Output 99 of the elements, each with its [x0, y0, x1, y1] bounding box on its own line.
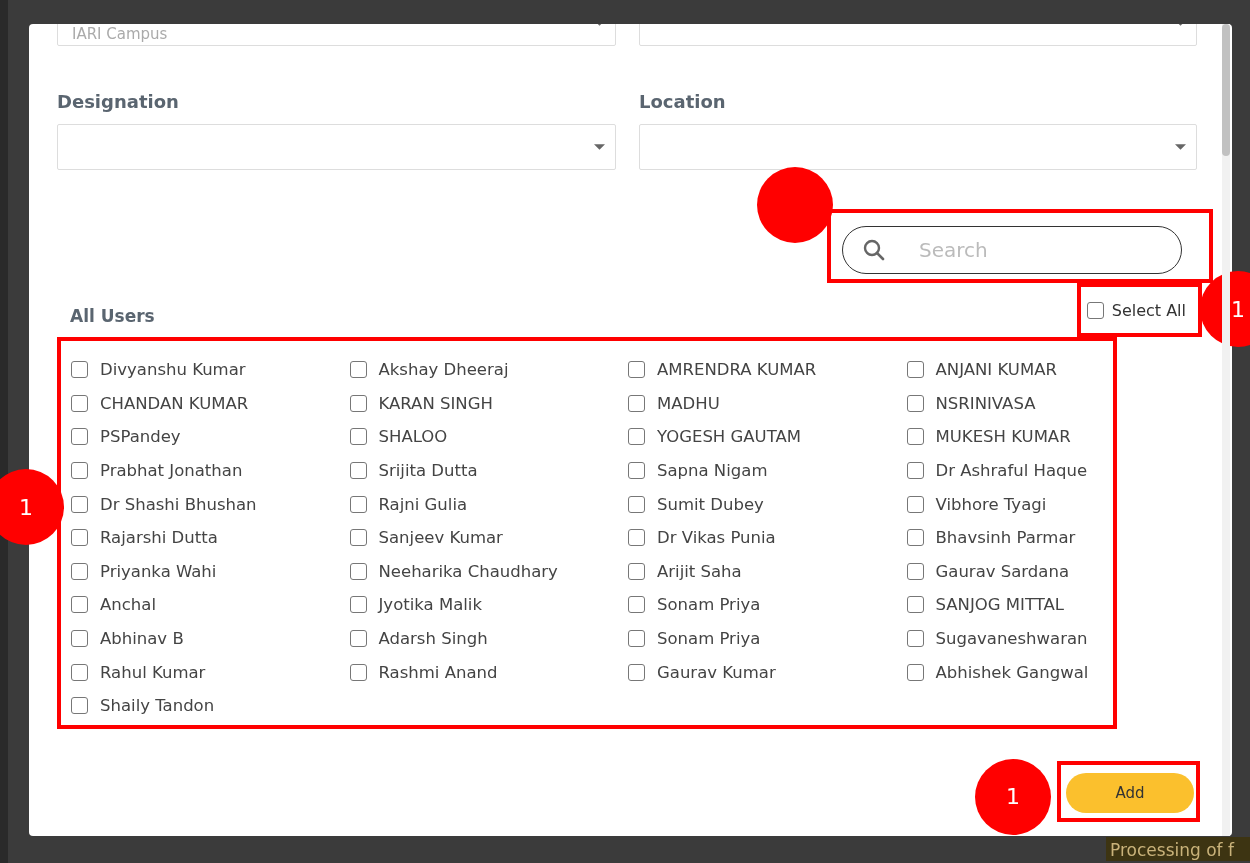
checkbox[interactable] — [628, 663, 645, 681]
checkbox[interactable] — [349, 596, 367, 614]
user-name[interactable]: CHANDAN KUMAR — [100, 393, 249, 413]
checkbox[interactable] — [71, 495, 88, 513]
user-name[interactable]: Sonam Priya — [657, 595, 761, 615]
checkbox[interactable] — [628, 495, 645, 513]
user-name[interactable]: SANJOG MITTAL — [935, 595, 1064, 615]
user-name[interactable]: Dr Vikas Punia — [657, 528, 776, 548]
field-label: Designation — [57, 91, 180, 113]
checkbox[interactable] — [71, 529, 88, 547]
user-name[interactable]: Dr Shashi Bhushan — [100, 494, 257, 514]
user-name[interactable]: NSRINIVASA — [935, 393, 1036, 413]
checkbox[interactable] — [1086, 302, 1104, 319]
checkbox[interactable] — [349, 428, 367, 446]
checkbox[interactable] — [71, 428, 88, 446]
scrollbar[interactable] — [1222, 24, 1230, 836]
user-name[interactable]: Akshay Dheeraj — [378, 360, 509, 380]
user-name[interactable]: Jyotika Malik — [378, 595, 482, 615]
checkbox[interactable] — [71, 697, 88, 715]
checkbox[interactable] — [628, 596, 645, 614]
user-name[interactable]: Srijita Dutta — [378, 461, 478, 481]
user-name[interactable]: Sugavaneshwaran — [935, 629, 1088, 649]
user-name[interactable]: Rahul Kumar — [100, 662, 206, 682]
checkbox[interactable] — [349, 361, 367, 379]
checkbox[interactable] — [349, 394, 367, 412]
checkbox[interactable] — [628, 428, 645, 446]
dropdown-field[interactable] — [57, 124, 616, 170]
checkbox[interactable] — [71, 630, 88, 648]
checkbox[interactable] — [906, 495, 924, 513]
checkbox[interactable] — [628, 394, 645, 412]
add-button[interactable]: Add — [1066, 772, 1194, 813]
user-name[interactable]: Gaurav Sardana — [935, 561, 1069, 581]
user-name[interactable]: Priyanka Wahi — [100, 561, 217, 581]
caret-icon — [1175, 144, 1186, 150]
checkbox[interactable] — [906, 462, 924, 480]
checkbox[interactable] — [906, 562, 924, 580]
checkbox[interactable] — [628, 562, 645, 580]
callout-marker: 1 — [975, 758, 1051, 835]
checkbox[interactable] — [906, 394, 924, 412]
user-name[interactable]: Sumit Dubey — [657, 494, 764, 514]
user-name[interactable]: KARAN SINGH — [378, 393, 493, 413]
search-field[interactable]: Search — [842, 226, 1182, 274]
user-name[interactable]: AMRENDRA KUMAR — [657, 360, 817, 380]
user-name[interactable]: Rajarshi Dutta — [100, 528, 218, 548]
user-name[interactable]: SHALOO — [378, 427, 448, 447]
checkbox[interactable] — [71, 361, 88, 379]
checkbox[interactable] — [349, 495, 367, 513]
checkbox[interactable] — [906, 596, 924, 614]
field-label: Location — [639, 91, 727, 113]
section-heading: All Users — [70, 306, 155, 326]
user-name[interactable]: Divyanshu Kumar — [100, 360, 246, 380]
checkbox-label[interactable]: Select All — [1111, 301, 1186, 320]
checkbox[interactable] — [71, 596, 88, 614]
user-name[interactable]: Arijit Saha — [657, 561, 742, 581]
checkbox[interactable] — [906, 428, 924, 446]
user-name[interactable]: ANJANI KUMAR — [935, 360, 1057, 380]
user-name[interactable]: Sonam Priya — [657, 629, 761, 649]
user-name[interactable]: Prabhat Jonathan — [100, 461, 243, 481]
user-name[interactable]: Dr Ashraful Haque — [935, 461, 1088, 481]
user-name[interactable]: Sanjeev Kumar — [378, 528, 503, 548]
user-name[interactable]: PSPandey — [100, 427, 181, 447]
checkbox[interactable] — [349, 529, 367, 547]
user-name[interactable]: Anchal — [100, 595, 156, 615]
checkbox[interactable] — [628, 529, 645, 547]
user-name[interactable]: Neeharika Chaudhary — [378, 561, 558, 581]
user-name[interactable]: Rashmi Anand — [378, 662, 498, 682]
user-name[interactable]: Rajni Gulia — [378, 494, 468, 514]
user-name[interactable]: YOGESH GAUTAM — [657, 427, 801, 447]
checkbox[interactable] — [906, 361, 924, 379]
user-name[interactable]: Adarsh Singh — [378, 629, 488, 649]
user-name[interactable]: Shaily Tandon — [100, 696, 215, 716]
checkbox[interactable] — [71, 562, 88, 580]
user-name[interactable]: Abhishek Gangwal — [935, 662, 1089, 682]
checkbox[interactable] — [71, 462, 88, 480]
checkbox[interactable] — [906, 630, 924, 648]
scrollbar-thumb[interactable] — [1222, 24, 1230, 156]
user-name[interactable]: Sapna Nigam — [657, 461, 768, 481]
checkbox[interactable] — [349, 630, 367, 648]
user-name[interactable]: Vibhore Tyagi — [935, 494, 1047, 514]
checkbox[interactable] — [71, 663, 88, 681]
checkbox[interactable] — [906, 529, 924, 547]
user-name[interactable]: MADHU — [657, 393, 720, 413]
callout-marker: 1 — [0, 469, 64, 545]
background-text: Processing of f — [1106, 837, 1250, 861]
checkbox[interactable] — [906, 663, 924, 681]
checkbox[interactable] — [71, 394, 88, 412]
checkbox[interactable] — [349, 663, 367, 681]
checkbox[interactable] — [628, 462, 645, 480]
dropdown-field[interactable] — [639, 124, 1197, 170]
checkbox[interactable] — [349, 562, 367, 580]
user-name[interactable]: MUKESH KUMAR — [935, 427, 1071, 447]
checkbox[interactable] — [628, 361, 645, 379]
search-icon — [862, 238, 886, 262]
checkbox[interactable] — [628, 630, 645, 648]
user-name[interactable]: Gaurav Kumar — [657, 662, 776, 682]
user-name[interactable]: Bhavsinh Parmar — [935, 528, 1076, 548]
caret-icon — [594, 144, 605, 150]
user-name[interactable]: Abhinav B — [100, 629, 184, 649]
checkbox[interactable] — [349, 462, 367, 480]
